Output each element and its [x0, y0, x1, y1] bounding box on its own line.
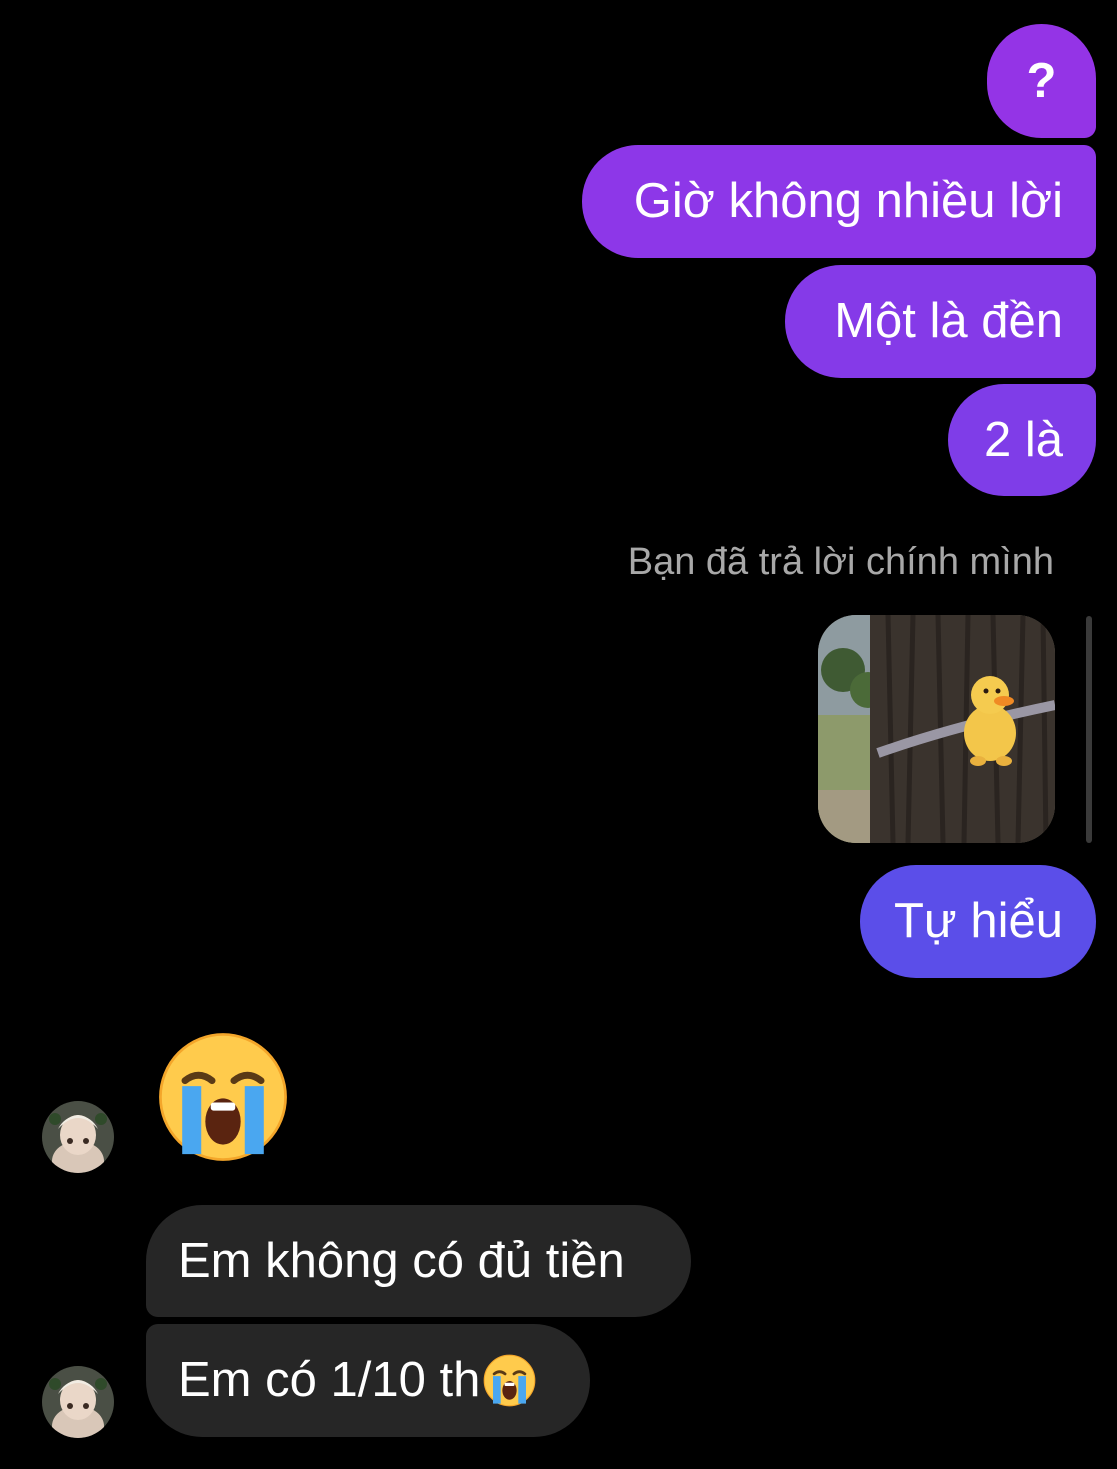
message-text: Một là đền: [834, 294, 1063, 348]
incoming-message[interactable]: Em không có đủ tiền: [146, 1205, 691, 1317]
message-text: Em có 1/10 th: [178, 1353, 481, 1407]
message-text: Tự hiểu: [894, 894, 1063, 948]
outgoing-message[interactable]: Giờ không nhiều lời: [582, 145, 1096, 258]
loudly-crying-face-emoji[interactable]: [155, 1029, 291, 1165]
loudly-crying-face-emoji: [482, 1353, 537, 1408]
incoming-message[interactable]: Em có 1/10 th: [146, 1324, 590, 1437]
reply-context-label: Bạn đã trả lời chính mình: [627, 540, 1054, 583]
message-text: ?: [1026, 53, 1057, 108]
message-text: Em không có đủ tiền: [178, 1233, 625, 1288]
reply-indicator-bar: [1086, 616, 1092, 843]
contact-avatar[interactable]: [42, 1366, 114, 1438]
message-text: Giờ không nhiều lời: [633, 174, 1063, 228]
message-text: 2 là: [983, 412, 1063, 467]
contact-avatar[interactable]: [42, 1101, 114, 1173]
outgoing-message[interactable]: 2 là: [948, 384, 1096, 496]
outgoing-message[interactable]: Một là đền: [785, 265, 1096, 378]
duck-plush-on-tree-photo: [818, 615, 1055, 843]
outgoing-message[interactable]: ?: [987, 24, 1096, 138]
replied-photo[interactable]: [818, 615, 1055, 843]
outgoing-message[interactable]: Tự hiểu: [860, 865, 1096, 978]
